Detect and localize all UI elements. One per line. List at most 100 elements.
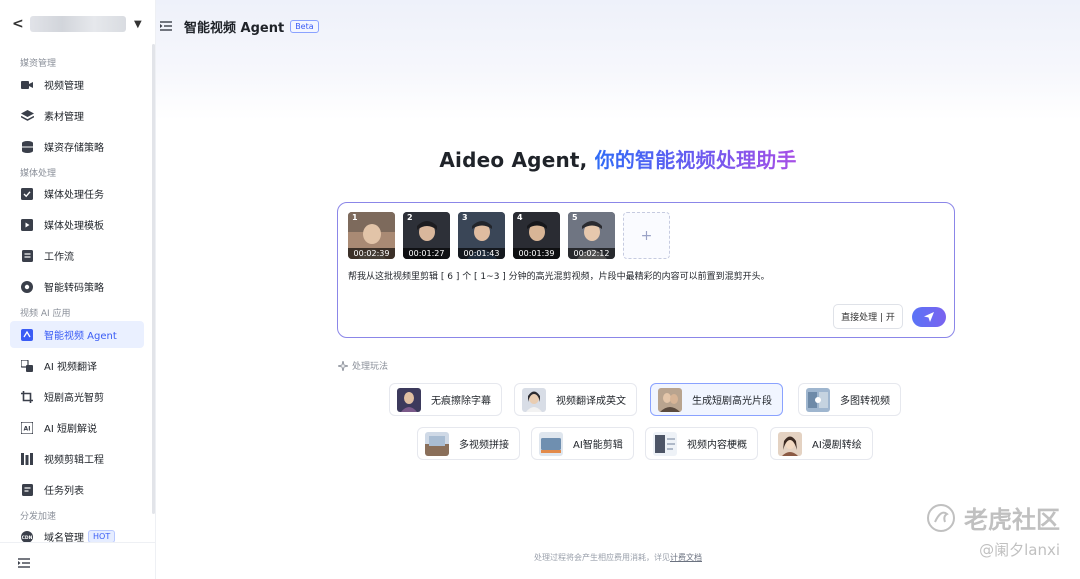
send-button[interactable] bbox=[912, 307, 946, 327]
chip-label: 多图转视频 bbox=[840, 396, 890, 407]
chip-thumbnail bbox=[425, 431, 449, 456]
thumbnail-duration: 00:01:43 bbox=[458, 248, 505, 259]
edit-icon bbox=[20, 452, 34, 466]
mode-chip-ai-smart-edit[interactable]: AI智能剪辑 bbox=[531, 427, 634, 460]
thumbnail-duration: 00:01:39 bbox=[513, 248, 560, 259]
thumbnail-duration: 00:01:27 bbox=[403, 248, 450, 259]
thumbnail-index: 5 bbox=[572, 213, 578, 222]
sidebar-item-smart-transcode[interactable]: 智能转码策略 bbox=[10, 273, 144, 300]
sidebar-item-storage-policy[interactable]: 媒资存储策略 bbox=[10, 133, 144, 160]
sidebar-item-processing-templates[interactable]: 媒体处理模板 bbox=[10, 211, 144, 238]
sidebar-item-ai-video-translate[interactable]: AI 视频翻译 bbox=[10, 352, 144, 379]
document-icon bbox=[20, 249, 34, 263]
sidebar-item-processing-tasks[interactable]: 媒体处理任务 bbox=[10, 180, 144, 207]
sidebar-group-media-processing: 媒体处理 bbox=[20, 169, 57, 179]
workspace-name-redacted bbox=[30, 16, 126, 32]
chip-label: 生成短剧高光片段 bbox=[692, 396, 772, 407]
sidebar-item-label: 媒体处理模板 bbox=[44, 221, 104, 232]
back-chevron-icon[interactable]: < bbox=[12, 16, 26, 32]
thumbnail-index: 3 bbox=[462, 213, 468, 222]
crop-icon bbox=[20, 390, 34, 404]
sidebar-item-video-edit-project[interactable]: 视频剪辑工程 bbox=[10, 445, 144, 472]
send-icon bbox=[924, 312, 934, 322]
chip-label: 视频内容梗概 bbox=[687, 440, 747, 451]
page-title: 智能视频 Agent bbox=[184, 20, 285, 36]
sidebar-item-material-management[interactable]: 素材管理 bbox=[10, 102, 144, 129]
hero-title-highlight: 你的智能视频处理助手 bbox=[594, 148, 797, 172]
thumbnail-duration: 00:02:12 bbox=[568, 248, 615, 259]
modes-section-label: 处理玩法 bbox=[338, 359, 388, 372]
sidebar-group-distribution: 分发加速 bbox=[20, 512, 57, 522]
collapse-sidebar-icon[interactable] bbox=[18, 553, 30, 572]
chip-label: 视频翻译成英文 bbox=[556, 396, 626, 407]
top-bar: 智能视频 Agent Beta bbox=[156, 0, 1080, 52]
chip-label: 多视频拼接 bbox=[459, 440, 509, 451]
add-video-button[interactable]: + bbox=[623, 212, 670, 259]
prompt-text[interactable]: 帮我从这批视频里剪辑 [ 6 ] 个 [ 1~3 ] 分钟的高光混剪视频，片段中… bbox=[348, 270, 943, 284]
svg-text:AI: AI bbox=[24, 425, 31, 432]
chip-label: AI智能剪辑 bbox=[573, 440, 623, 451]
sidebar: < ▼ 媒资管理 视频管理 素材管理 媒资存储策略 媒体处理 媒体处理任务 媒体… bbox=[0, 0, 156, 579]
sidebar-item-ai-drama-commentary[interactable]: AI AI 短剧解说 bbox=[10, 414, 144, 441]
video-thumbnail[interactable]: 2 00:01:27 bbox=[403, 212, 450, 259]
transcode-icon bbox=[20, 280, 34, 294]
mode-chip-drama-highlights[interactable]: 生成短剧高光片段 bbox=[650, 383, 783, 416]
list-icon bbox=[20, 483, 34, 497]
direct-process-toggle[interactable]: 直接处理 | 开 bbox=[833, 304, 903, 329]
sidebar-scrollbar[interactable] bbox=[152, 44, 155, 514]
sparkle-icon bbox=[338, 360, 348, 371]
video-thumbnail[interactable]: 3 00:01:43 bbox=[458, 212, 505, 259]
caret-down-icon[interactable]: ▼ bbox=[134, 19, 142, 30]
video-icon bbox=[20, 78, 34, 92]
sidebar-footer bbox=[0, 542, 155, 579]
thumbnail-index: 1 bbox=[352, 213, 358, 222]
layers-icon bbox=[20, 109, 34, 123]
video-thumbnail[interactable]: 5 00:02:12 bbox=[568, 212, 615, 259]
sidebar-item-label: 视频管理 bbox=[44, 81, 84, 92]
mode-chip-images-to-video[interactable]: 多图转视频 bbox=[798, 383, 901, 416]
modes-label-text: 处理玩法 bbox=[352, 362, 389, 372]
sidebar-item-task-list[interactable]: 任务列表 bbox=[10, 476, 144, 503]
sidebar-item-video-management[interactable]: 视频管理 bbox=[10, 71, 144, 98]
play-square-icon bbox=[20, 218, 34, 232]
sidebar-item-short-drama-highlight[interactable]: 短剧高光智剪 bbox=[10, 383, 144, 410]
mode-chip-video-concat[interactable]: 多视频拼接 bbox=[417, 427, 520, 460]
workspace-switcher[interactable]: < ▼ bbox=[12, 12, 148, 36]
chip-thumbnail bbox=[778, 431, 802, 456]
watermark: 老虎社区 @阑夕lanxi bbox=[926, 500, 1060, 560]
chip-thumbnail bbox=[658, 387, 682, 412]
mode-chip-ai-comic-redraw[interactable]: AI漫剧转绘 bbox=[770, 427, 873, 460]
sidebar-item-workflow[interactable]: 工作流 bbox=[10, 242, 144, 269]
mode-chip-translate-english[interactable]: 视频翻译成英文 bbox=[514, 383, 637, 416]
video-thumbnail[interactable]: 1 00:02:39 bbox=[348, 212, 395, 259]
sidebar-group-media-assets: 媒资管理 bbox=[20, 59, 57, 69]
sidebar-item-smart-video-agent[interactable]: 智能视频 Agent bbox=[10, 321, 144, 348]
watermark-logo-icon bbox=[927, 503, 955, 532]
watermark-brand-text: 老虎社区 bbox=[964, 506, 1060, 534]
thumbnail-duration: 00:02:39 bbox=[348, 248, 395, 259]
watermark-brand: 老虎社区 bbox=[926, 500, 1060, 535]
billing-doc-link[interactable]: 计费文档 bbox=[670, 553, 702, 562]
mode-chip-erase-subtitles[interactable]: 无痕擦除字幕 bbox=[389, 383, 502, 416]
svg-text:CDN: CDN bbox=[22, 534, 33, 540]
chip-thumbnail bbox=[653, 431, 677, 456]
sidebar-item-label: 智能转码策略 bbox=[44, 283, 104, 294]
sidebar-group-video-ai: 视频 AI 应用 bbox=[20, 309, 71, 319]
video-thumbnail[interactable]: 4 00:01:39 bbox=[513, 212, 560, 259]
ai-icon: AI bbox=[20, 421, 34, 435]
chip-label: AI漫剧转绘 bbox=[812, 440, 862, 451]
sidebar-item-label: AI 短剧解说 bbox=[44, 424, 97, 435]
mode-chip-video-summary[interactable]: 视频内容梗概 bbox=[645, 427, 758, 460]
sidebar-item-label: 任务列表 bbox=[44, 486, 84, 497]
video-thumbnail-list: 1 00:02:39 2 00:01:27 3 00:01:43 4 00:01… bbox=[348, 212, 670, 259]
chip-thumbnail bbox=[397, 387, 421, 412]
menu-toggle-icon[interactable] bbox=[160, 18, 176, 34]
sidebar-item-label: 媒体处理任务 bbox=[44, 190, 104, 201]
checkbox-icon bbox=[20, 187, 34, 201]
sidebar-item-label: AI 视频翻译 bbox=[44, 362, 97, 373]
hero-title: Aideo Agent, 你的智能视频处理助手 bbox=[156, 144, 1080, 173]
chip-label: 无痕擦除字幕 bbox=[431, 396, 491, 407]
chip-thumbnail bbox=[539, 431, 563, 456]
prompt-box[interactable]: 1 00:02:39 2 00:01:27 3 00:01:43 4 00:01… bbox=[337, 202, 955, 338]
sidebar-item-label: 视频剪辑工程 bbox=[44, 455, 104, 466]
